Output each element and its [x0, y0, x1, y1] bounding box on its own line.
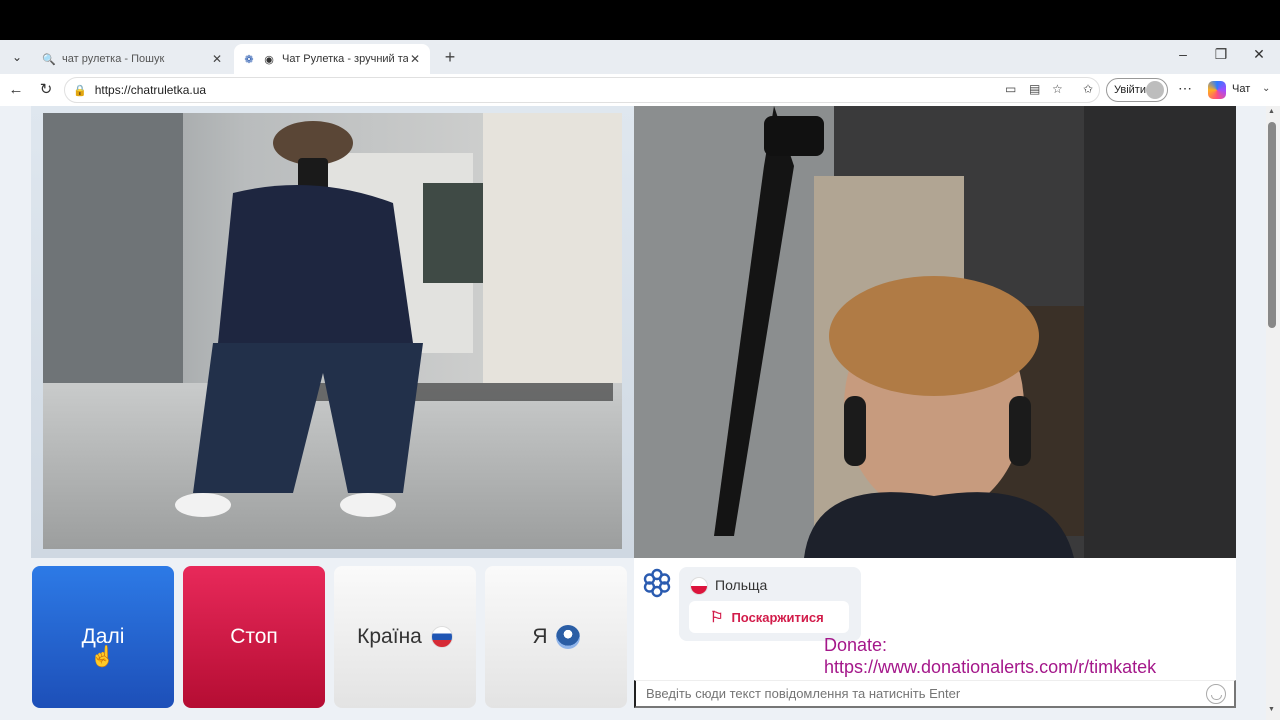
tab-chatruletka[interactable]: ❁ ◉ Чат Рулетка - зручний та бе ✕: [234, 44, 430, 74]
tab-actions-chevron-icon[interactable]: ⌄: [6, 46, 28, 68]
site-logo-icon: ❁: [244, 53, 254, 66]
partner-country: Польща: [715, 577, 768, 593]
camera-icon[interactable]: ▭: [1005, 82, 1016, 96]
own-video: [43, 113, 622, 549]
url-text: https://chatruletka.ua: [94, 83, 207, 97]
me-button[interactable]: Я: [485, 566, 627, 708]
recording-icon: ◉: [264, 53, 274, 66]
country-button[interactable]: Країна: [334, 566, 476, 708]
partner-video: [634, 106, 1236, 558]
chevron-down-icon[interactable]: ⌄: [1262, 83, 1270, 94]
donate-line-1: Donate:: [824, 635, 888, 655]
avatar-icon: [1146, 81, 1164, 99]
flag-icon: [430, 626, 453, 648]
hand-cursor-icon: ☝: [90, 646, 115, 668]
next-button[interactable]: Далі: [32, 566, 174, 708]
more-options-icon[interactable]: ⋯: [1178, 80, 1192, 97]
close-icon[interactable]: ✕: [408, 52, 422, 66]
copilot-icon[interactable]: [1208, 81, 1226, 99]
scroll-up-arrow-icon[interactable]: ▲: [1268, 108, 1275, 115]
me-button-label: Я: [532, 625, 548, 648]
donate-message: Donate: https://www.donationalerts.com/r…: [824, 634, 1156, 678]
restore-button[interactable]: ❐: [1210, 46, 1232, 63]
site-logo-icon: [643, 568, 671, 598]
sign-in-label: Увійти: [1114, 84, 1146, 96]
tab-title: чат рулетка - Пошук: [62, 53, 165, 65]
donate-link[interactable]: https://www.donationalerts.com/r/timkate…: [824, 656, 1156, 678]
sign-in-button[interactable]: Увійти: [1106, 78, 1168, 102]
reload-icon[interactable]: ↻: [36, 80, 56, 100]
country-button-label: Країна: [357, 625, 422, 648]
address-bar[interactable]: 🔒 https://chatruletka.ua: [64, 77, 1100, 103]
report-flag-icon: ⚐: [710, 609, 724, 626]
navigation-bar: ← ↻ 🔒 https://chatruletka.ua ▭ ▤ ☆ ✩: [0, 74, 1280, 106]
minimize-button[interactable]: –: [1172, 46, 1194, 62]
stop-button[interactable]: Стоп: [183, 566, 325, 708]
reader-icon[interactable]: ▤: [1029, 82, 1040, 96]
partner-webcam-image: [634, 106, 1236, 558]
favorites-icon[interactable]: ✩: [1083, 82, 1093, 96]
report-button-label: Поскаржитися: [731, 609, 824, 625]
tab-search[interactable]: 🔍 чат рулетка - Пошук ✕: [34, 44, 232, 74]
scrollbar-thumb[interactable]: [1268, 122, 1276, 328]
favorite-star-icon[interactable]: ☆: [1052, 82, 1063, 96]
new-tab-button[interactable]: +: [440, 48, 460, 68]
tab-title: Чат Рулетка - зручний та бе: [282, 53, 408, 65]
window-close-button[interactable]: ✕: [1248, 46, 1270, 63]
copilot-label[interactable]: Чат: [1232, 83, 1250, 95]
mirror-selfie-image: [43, 113, 622, 549]
top-black-bar: [0, 0, 1280, 40]
poland-flag-icon: [690, 577, 708, 595]
tab-strip: ⌄ 🔍 чат рулетка - Пошук ✕ ❁ ◉ Чат Рулетк…: [0, 40, 1280, 74]
back-arrow-icon[interactable]: ←: [6, 80, 26, 100]
close-icon[interactable]: ✕: [210, 52, 224, 66]
profile-icon: [555, 625, 580, 649]
scroll-down-arrow-icon[interactable]: ▼: [1268, 706, 1275, 713]
search-icon: 🔍: [42, 53, 56, 66]
lock-icon: 🔒: [73, 84, 87, 97]
emoji-icon[interactable]: [1206, 684, 1226, 704]
stop-button-label: Стоп: [230, 625, 278, 648]
message-input[interactable]: [634, 680, 1236, 708]
report-button[interactable]: ⚐ Поскаржитися: [689, 601, 849, 633]
